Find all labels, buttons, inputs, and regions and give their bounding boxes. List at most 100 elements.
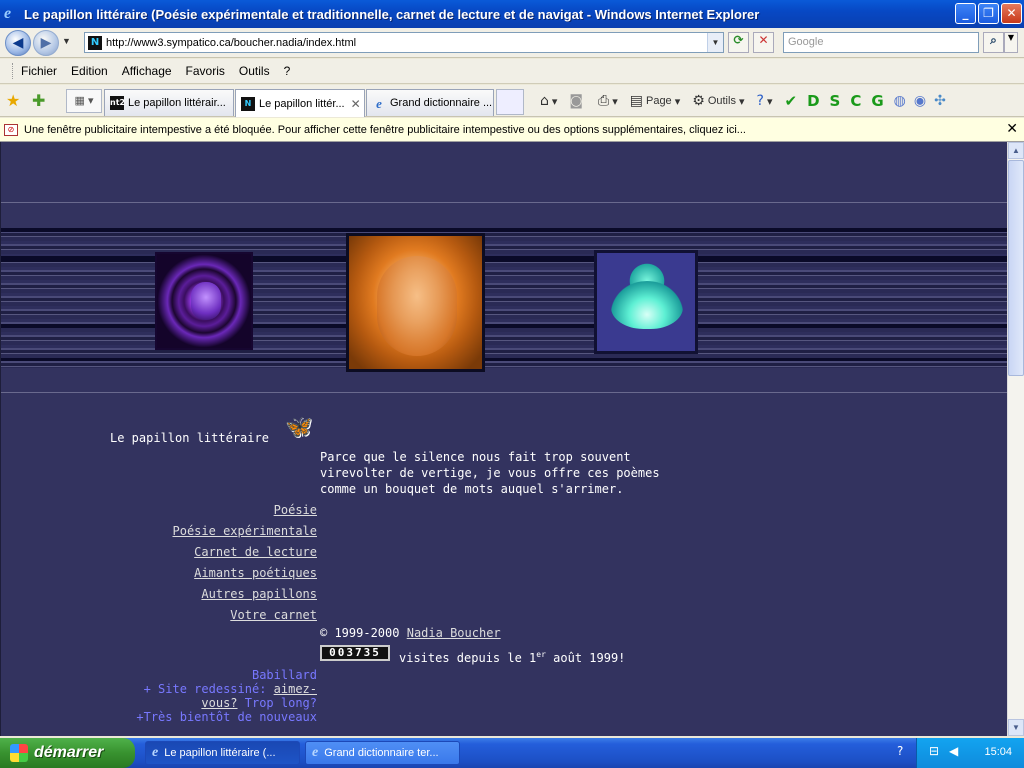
help-button[interactable]: ? ▾ (757, 93, 773, 109)
scroll-thumb[interactable] (1008, 160, 1024, 376)
nav-link-poesie[interactable]: Poésie (274, 503, 317, 517)
visit-counter: 003735 (320, 645, 390, 661)
copyright-text: © 1999-2000 (320, 626, 400, 640)
babillard-line: +Très bientôt de nouveaux (136, 710, 317, 724)
orange-portrait-image (346, 233, 485, 372)
vertical-scrollbar[interactable]: ▲ ▼ (1007, 142, 1024, 736)
nav-link-poesie-experimentale[interactable]: Poésie expérimentale (173, 524, 318, 538)
new-tab-button[interactable] (496, 89, 524, 115)
network-icon[interactable]: ⊟ (929, 744, 939, 758)
tab-grand-dictionnaire[interactable]: e Grand dictionnaire ... (366, 89, 494, 116)
forward-button[interactable]: ▶ (33, 30, 59, 56)
gear-icon: ⚙ (692, 93, 705, 109)
ie-icon: e (312, 745, 319, 760)
tab-label: Le papillon littérair... (128, 97, 226, 109)
search-options-icon[interactable]: ▼ (1004, 32, 1018, 53)
tab-papillon-1[interactable]: nt2 Le papillon littérair... (104, 89, 234, 116)
babillard-text: Trop long? (237, 696, 317, 710)
menu-affichage[interactable]: Affichage (122, 64, 172, 78)
maximize-button[interactable]: ❐ (978, 3, 999, 24)
taskbar-item-label: Grand dictionnaire ter... (324, 747, 439, 759)
divider (1, 202, 1007, 203)
print-button[interactable]: ⎙ ▾ (598, 93, 618, 109)
visits-sup: er (536, 650, 546, 659)
back-button[interactable]: ◀ (5, 30, 31, 56)
page-menu[interactable]: ▤ Page ▾ (630, 93, 681, 109)
banner-band (1, 256, 1007, 262)
intro-text: Parce que le silence nous fait trop souv… (320, 450, 660, 496)
help-tray-icon[interactable]: ? (897, 744, 903, 758)
feeds-button[interactable]: ◙ (569, 93, 586, 109)
butterfly-icon: 🦋 (285, 415, 313, 440)
tools-menu[interactable]: ⚙ Outils ▾ (692, 93, 744, 109)
system-tray: ? ⊟ ◀ 15:04 (897, 738, 1024, 768)
search-icon[interactable]: ⌕ (983, 32, 1004, 53)
nav-link-aimants-poetiques[interactable]: Aimants poétiques (194, 566, 317, 580)
popup-blocked-text: Une fenêtre publicitaire intempestive a … (24, 123, 746, 136)
stop-button[interactable]: ✕ (753, 32, 774, 53)
babillard-link[interactable]: aimez- (274, 682, 317, 696)
extension-icon[interactable]: ✣ (934, 93, 946, 109)
menu-fichier[interactable]: Fichier (21, 64, 57, 78)
s-button[interactable]: S (830, 92, 841, 110)
minimize-button[interactable]: _ (955, 3, 976, 24)
expand-tray-icon[interactable]: ◀ (949, 744, 958, 758)
address-bar[interactable]: N http://www3.sympatico.ca/boucher.nadia… (84, 32, 724, 53)
home-button[interactable]: ⌂ ▾ (540, 93, 557, 109)
window-title: Le papillon littéraire (Poésie expérimen… (24, 6, 760, 22)
menu-bar: Fichier Edition Affichage Favoris Outils… (0, 59, 1024, 84)
visits-label: visites depuis le 1 (399, 651, 537, 665)
browser-window: e Le papillon littéraire (Poésie expérim… (0, 0, 1024, 738)
menu-outils[interactable]: Outils (239, 64, 270, 78)
d-button[interactable]: D (807, 92, 819, 110)
lotus-petal (611, 281, 683, 329)
clock: 15:04 (984, 746, 1012, 758)
scroll-up-icon[interactable]: ▲ (1008, 142, 1024, 159)
scroll-down-icon[interactable]: ▼ (1008, 719, 1024, 736)
command-bar: ⌂ ▾ ◙ ⎙ ▾ ▤ Page ▾ ⚙ Outils ▾ ? ▾ ✔ D S C G ◍… (540, 90, 949, 112)
start-button[interactable]: démarrer (0, 738, 135, 768)
menu-favoris[interactable]: Favoris (186, 64, 225, 78)
favorites-star-icon[interactable]: ★ (6, 91, 20, 110)
ie-logo-icon: e (4, 5, 12, 22)
copyright: © 1999-2000 Nadia Boucher (320, 626, 501, 640)
g-button[interactable]: G (871, 92, 883, 110)
close-tab-icon[interactable]: ✕ (351, 97, 361, 111)
nav-link-votre-carnet[interactable]: Votre carnet (230, 608, 317, 622)
popup-blocked-icon: ⊘ (4, 123, 18, 136)
lotus-flower-image (594, 250, 698, 354)
babillard-title: Babillard (251, 668, 317, 682)
menu-help[interactable]: ? (284, 64, 291, 78)
nav-link-carnet-de-lecture[interactable]: Carnet de lecture (194, 545, 317, 559)
menu-edition[interactable]: Edition (71, 64, 108, 78)
banner-band (1, 358, 1007, 361)
popup-blocked-bar[interactable]: ⊘ Une fenêtre publicitaire intempestive … (0, 118, 1024, 142)
taskbar: démarrer e Le papillon littéraire (... eG… (0, 738, 1024, 768)
taskbar-item-papillon[interactable]: e Le papillon littéraire (... (145, 741, 300, 765)
add-favorite-icon[interactable]: ✚ (32, 91, 45, 110)
tab-papillon-2[interactable]: N Le papillon littér... ✕ (235, 89, 365, 117)
tab-label: Grand dictionnaire ... (390, 97, 493, 109)
toolbar-grip (12, 63, 15, 79)
nav-link-autres-papillons[interactable]: Autres papillons (201, 587, 317, 601)
site-favicon-icon: N (88, 35, 102, 50)
checkmark-icon[interactable]: ✔ (785, 92, 798, 110)
refresh-button[interactable]: ⟳ (728, 32, 749, 53)
address-dropdown-icon[interactable]: ▼ (707, 33, 723, 52)
globe-icon[interactable]: ◍ (894, 93, 906, 109)
author-link[interactable]: Nadia Boucher (407, 626, 501, 640)
close-button[interactable]: ✕ (1001, 3, 1022, 24)
quick-tabs-button[interactable]: ▦ ▾ (66, 89, 102, 113)
history-dropdown-icon[interactable]: ▼ (62, 36, 71, 46)
babillard-link[interactable]: vous? (201, 696, 237, 710)
compass-icon[interactable]: ◉ (914, 93, 926, 109)
header-banner (1, 228, 1007, 368)
tab-label: Le papillon littér... (259, 97, 345, 110)
n-favicon-icon: N (241, 96, 255, 111)
search-input[interactable]: Google (783, 32, 979, 53)
c-button[interactable]: C (850, 92, 861, 110)
address-input[interactable]: http://www3.sympatico.ca/boucher.nadia/i… (106, 37, 707, 49)
face-shape (191, 282, 221, 320)
taskbar-item-dictionnaire[interactable]: e Grand dictionnaire ter... (305, 741, 460, 765)
close-infobar-icon[interactable]: ✕ (1006, 121, 1018, 137)
